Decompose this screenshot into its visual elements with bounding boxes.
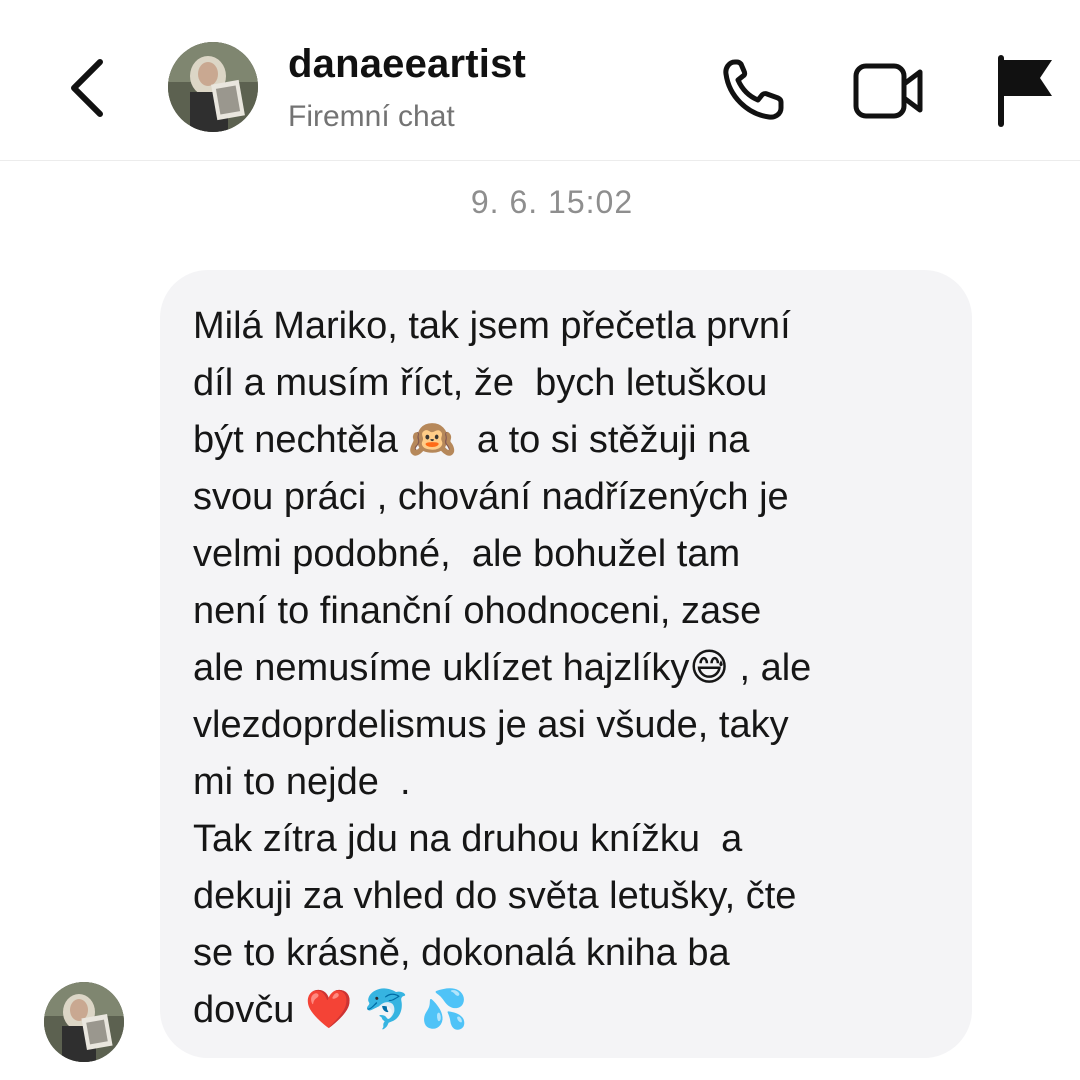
chat-header: danaeeartist Firemní chat [0,0,1080,161]
avatar-photo [168,42,258,132]
message-line: dekuji za vhled do světa letušky, čte [193,875,797,917]
phone-icon [723,59,784,120]
chevron-left-icon [71,59,103,117]
message-line: vlezdoprdelismus je asi všude, taky [193,704,789,746]
message-line: není to finanční ohodnoceni, zase [193,590,762,632]
back-button[interactable] [60,48,120,128]
audio-call-button[interactable] [715,52,791,128]
flag-icon [998,55,1052,127]
sender-avatar[interactable] [44,982,124,1062]
chat-username[interactable]: danaeeartist [288,42,526,87]
video-camera-icon [853,63,923,119]
video-call-button[interactable] [850,56,930,126]
message-line: ale nemusíme uklízet hajzlíky😅 , ale [193,647,812,689]
avatar-photo [44,982,124,1062]
avatar[interactable] [168,42,258,132]
chat-subtitle: Firemní chat [288,100,455,133]
message-line: Milá Mariko, tak jsem přečetla první [193,305,791,347]
message-line: být nechtěla 🙉 a to si stěžuji na [193,419,750,461]
message-bubble[interactable]: Milá Mariko, tak jsem přečetla první díl… [160,270,972,1058]
message-line: dovču ❤️ 🐬 💦 [193,989,469,1031]
message-line: díl a musím říct, že bych letuškou [193,362,768,404]
report-button[interactable] [992,52,1058,128]
message-line: se to krásně, dokonalá kniha ba [193,932,730,974]
message-line: svou práci , chování nadřízených je [193,476,789,518]
message-timestamp: 9. 6. 15:02 [470,184,634,220]
message-line: mi to nejde . [193,761,411,803]
message-line: Tak zítra jdu na druhou knížku a [193,818,743,860]
message-line: velmi podobné, ale bohužel tam [193,533,741,575]
